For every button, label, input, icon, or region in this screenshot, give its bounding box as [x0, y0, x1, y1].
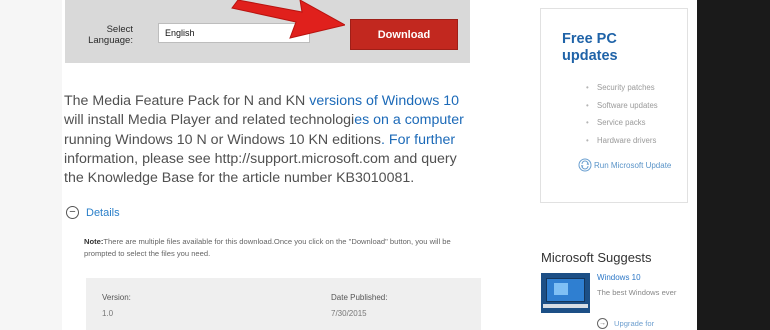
details-toggle[interactable]: − Details	[66, 206, 120, 219]
note-label: Note:	[84, 237, 104, 246]
windows-10-laptop-image[interactable]	[541, 273, 590, 313]
list-item: Software updates	[586, 97, 658, 115]
list-item: Hardware drivers	[586, 132, 658, 150]
run-microsoft-update-link[interactable]: Run Microsoft Update	[578, 158, 671, 172]
date-published-value: 7/30/2015	[331, 309, 367, 318]
arrow-right-icon: →	[597, 318, 608, 329]
updates-list: Security patches Software updates Servic…	[586, 79, 658, 149]
product-description: The best Windows ever	[597, 288, 677, 297]
run-update-label: Run Microsoft Update	[594, 160, 672, 170]
description-link-3[interactable]: . For further	[381, 132, 455, 148]
download-button[interactable]: Download	[350, 19, 458, 50]
version-label: Version:	[102, 293, 131, 302]
description-link-1[interactable]: versions of Windows 10	[309, 93, 459, 109]
refresh-icon	[578, 158, 592, 172]
collapse-minus-icon: −	[66, 206, 79, 219]
red-arrow-annotation	[231, 0, 345, 39]
upgrade-link[interactable]: → Upgrade for	[597, 318, 654, 329]
product-name-link[interactable]: Windows 10	[597, 273, 641, 282]
details-meta-panel: Version: 1.0 Date Published: 7/30/2015	[86, 278, 481, 330]
details-label: Details	[86, 206, 120, 219]
left-page-margin	[0, 0, 62, 330]
download-note: Note:There are multiple files available …	[84, 236, 464, 260]
right-dark-border	[697, 0, 770, 330]
microsoft-suggests-title: Microsoft Suggests	[541, 250, 652, 265]
list-item: Service packs	[586, 114, 658, 132]
version-value: 1.0	[102, 309, 114, 318]
upgrade-label: Upgrade for	[614, 319, 655, 328]
note-text: There are multiple files available for t…	[84, 237, 451, 258]
description-link-2[interactable]: es on a computer	[354, 112, 464, 128]
free-pc-updates-title: Free PC updates	[562, 31, 618, 64]
date-published-label: Date Published:	[331, 293, 388, 302]
list-item: Security patches	[586, 79, 658, 97]
description-paragraph: The Media Feature Pack for N and KN vers…	[64, 93, 464, 187]
